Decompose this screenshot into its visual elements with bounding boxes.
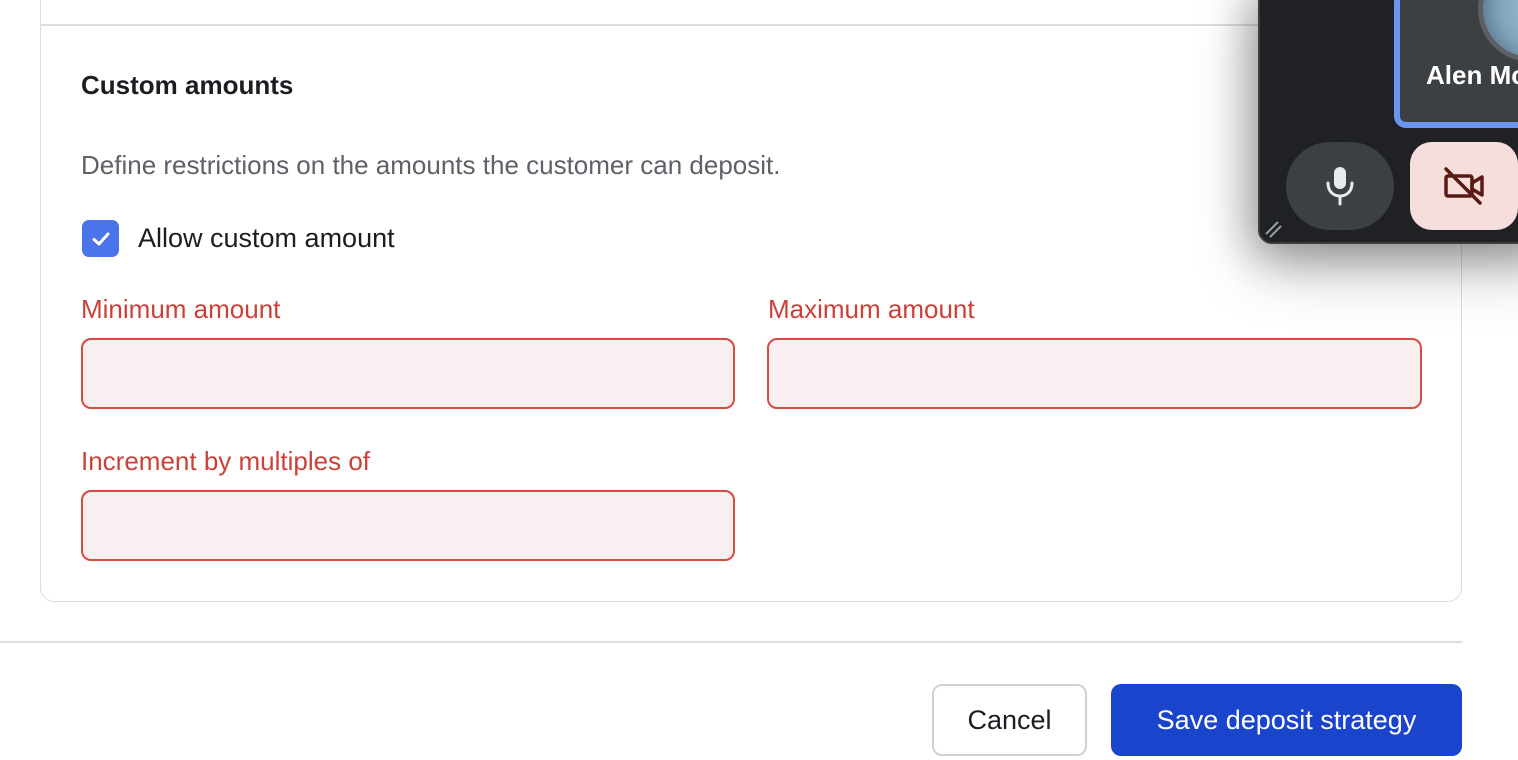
- maximum-amount-label: Maximum amount: [768, 294, 975, 324]
- card-top-divider: [40, 24, 1462, 26]
- microphone-icon: [1326, 167, 1354, 206]
- video-call-overlay[interactable]: Alen Mc: [1258, 0, 1518, 244]
- participant-avatar: [1478, 0, 1518, 62]
- save-deposit-strategy-button[interactable]: Save deposit strategy: [1111, 684, 1462, 756]
- section-title: Custom amounts: [81, 70, 294, 100]
- maximum-amount-input[interactable]: [767, 338, 1422, 409]
- checkmark-icon: [92, 232, 109, 245]
- camera-toggle-button[interactable]: [1410, 142, 1518, 230]
- video-off-icon: [1444, 167, 1484, 205]
- section-description: Define restrictions on the amounts the c…: [81, 150, 781, 180]
- allow-custom-amount-row[interactable]: Allow custom amount: [82, 220, 395, 257]
- resize-handle-icon[interactable]: [1264, 218, 1284, 238]
- participant-tile[interactable]: Alen Mc: [1394, 0, 1518, 128]
- minimum-amount-label: Minimum amount: [81, 294, 281, 324]
- increment-label: Increment by multiples of: [81, 446, 371, 476]
- allow-custom-amount-label: Allow custom amount: [138, 223, 395, 253]
- minimum-amount-input[interactable]: [81, 338, 735, 409]
- allow-custom-amount-checkbox[interactable]: [82, 220, 119, 257]
- increment-input[interactable]: [81, 490, 735, 561]
- microphone-button[interactable]: [1286, 142, 1394, 230]
- participant-name: Alen Mc: [1426, 60, 1518, 90]
- cancel-button[interactable]: Cancel: [932, 684, 1087, 756]
- footer-divider: [0, 641, 1462, 643]
- deposit-strategy-page: Custom amounts Define restrictions on th…: [0, 0, 1518, 760]
